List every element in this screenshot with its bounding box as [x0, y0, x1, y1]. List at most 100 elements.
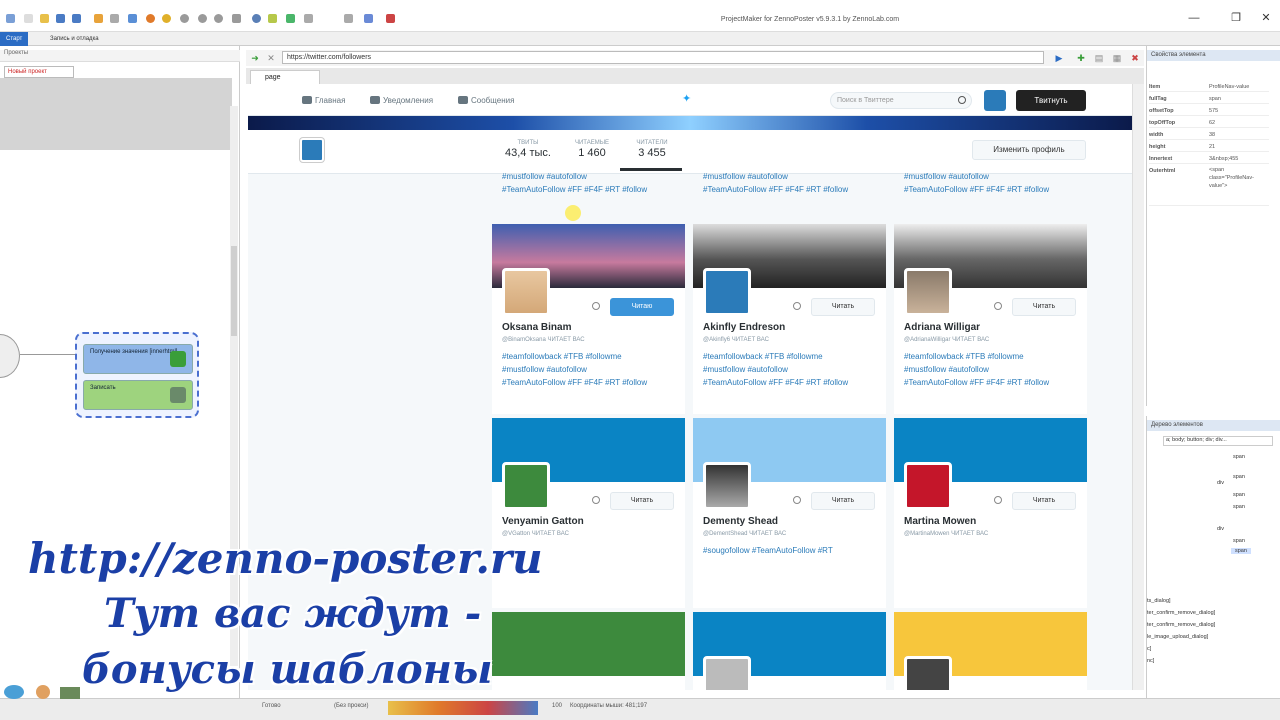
tab-start[interactable]: Старт — [0, 32, 29, 46]
gear-icon[interactable] — [592, 496, 600, 504]
prop-row[interactable]: topOffTop 62 — [1149, 118, 1269, 128]
skype-icon[interactable] — [4, 685, 24, 699]
tree-node-selected[interactable]: span — [1231, 548, 1251, 554]
stat-followers[interactable]: ЧИТАТЕЛИ 3 455 — [622, 140, 682, 159]
stat-tweets[interactable]: ТВИТЫ 43,4 тыс. — [498, 140, 558, 159]
prop-row[interactable]: height 21 — [1149, 142, 1269, 152]
open-icon[interactable] — [40, 14, 49, 23]
card-avatar[interactable] — [703, 268, 751, 316]
gear-icon[interactable] — [793, 496, 801, 504]
chart-icon[interactable] — [286, 14, 295, 23]
user-card[interactable] — [693, 612, 886, 690]
close-project-icon[interactable] — [386, 14, 395, 23]
nav-messages[interactable]: Сообщения — [458, 96, 514, 105]
get-value-block[interactable]: Получение значения [innerhtml] — [83, 344, 193, 374]
user-card[interactable]: Читать Adriana Willigar @AdrianaWilligar… — [894, 224, 1087, 414]
card-avatar[interactable] — [904, 268, 952, 316]
tree-node[interactable]: div — [1217, 526, 1224, 532]
go-icon[interactable]: ➜ — [250, 53, 260, 63]
new-icon[interactable] — [24, 14, 33, 23]
card-name[interactable]: Akinfly Endreson — [703, 322, 785, 333]
debug-icon[interactable] — [162, 14, 171, 23]
tree-node[interactable]: span — [1233, 504, 1245, 510]
avatar[interactable] — [984, 90, 1006, 111]
tweet-button[interactable]: Твитнуть — [1016, 90, 1086, 111]
user-icon[interactable] — [36, 685, 50, 699]
tree-path-input[interactable]: a; body; button; div; div... — [1163, 436, 1273, 446]
image-icon[interactable] — [60, 687, 80, 699]
browser-scrollbar[interactable] — [1132, 84, 1144, 690]
gear-icon[interactable] — [994, 302, 1002, 310]
card-avatar[interactable] — [904, 462, 952, 510]
nav-notifications[interactable]: Уведомления — [370, 96, 433, 105]
user-card[interactable]: Читать Martina Mowen @MartinaMowen ЧИТАЕ… — [894, 418, 1087, 608]
card-name[interactable]: Oksana Binam — [502, 322, 571, 333]
redo-icon[interactable] — [110, 14, 119, 23]
user-card[interactable]: Читать Dementy Shead @DementShead ЧИТАЕТ… — [693, 418, 886, 608]
folder-icon[interactable] — [268, 14, 277, 23]
follow-button[interactable]: Читаю — [610, 298, 674, 316]
gear-icon[interactable] — [592, 302, 600, 310]
write-block[interactable]: Записать — [83, 380, 193, 410]
search-input[interactable]: Поиск в Твиттере — [830, 92, 972, 109]
list-icon[interactable] — [344, 14, 353, 23]
close-button[interactable]: ✕ — [1256, 11, 1276, 25]
card-avatar[interactable] — [502, 268, 550, 316]
twitter-bird-icon[interactable]: ✦ — [682, 94, 696, 105]
maximize-button[interactable]: ❐ — [1226, 11, 1246, 25]
card-name[interactable]: Martina Mowen — [904, 516, 976, 527]
minimize-button[interactable]: — — [1184, 11, 1204, 25]
prop-row[interactable]: width 38 — [1149, 130, 1269, 140]
browser-tab-page[interactable]: page — [250, 70, 320, 84]
status-toolbar[interactable] — [388, 701, 538, 715]
card-avatar[interactable] — [904, 656, 952, 690]
grid-icon[interactable] — [232, 14, 241, 23]
run-icon[interactable] — [146, 14, 155, 23]
zoom-fit-icon[interactable] — [214, 14, 223, 23]
play-icon[interactable]: ▶ — [1054, 53, 1064, 63]
export-icon[interactable] — [364, 14, 373, 23]
card-avatar[interactable] — [703, 656, 751, 690]
search-icon[interactable] — [958, 96, 966, 104]
settings-icon[interactable] — [128, 14, 137, 23]
tree-node[interactable]: div — [1217, 480, 1224, 486]
card-avatar[interactable] — [502, 462, 550, 510]
prop-row[interactable]: fullTag span — [1149, 94, 1269, 104]
prop-row[interactable]: Outerhtml <span class="ProfileNav-value"> — [1149, 166, 1269, 206]
add-icon[interactable]: ✚ — [1076, 53, 1086, 63]
save-icon[interactable] — [56, 14, 65, 23]
follow-button[interactable]: Читать — [811, 298, 875, 316]
stat-following[interactable]: ЧИТАЕМЫЕ 1 460 — [562, 140, 622, 159]
card-avatar[interactable] — [703, 462, 751, 510]
follow-button[interactable]: Читать — [1012, 492, 1076, 510]
tree-node[interactable]: span — [1233, 538, 1245, 544]
follow-button[interactable]: Читать — [1012, 298, 1076, 316]
gear-icon[interactable] — [994, 496, 1002, 504]
gear-icon[interactable] — [793, 302, 801, 310]
user-card[interactable]: Читать Akinfly Endreson @Akinfly6 ЧИТАЕТ… — [693, 224, 886, 414]
tab-record-debug[interactable]: Запись и отладка — [44, 32, 105, 46]
canvas-scroll-thumb[interactable] — [231, 246, 237, 336]
zoom-in-icon[interactable] — [180, 14, 189, 23]
undo-icon[interactable] — [94, 14, 103, 23]
prop-row[interactable]: Item ProfileNav-value — [1149, 82, 1269, 92]
user-card[interactable] — [492, 612, 685, 690]
action-group[interactable]: Получение значения [innerhtml] Записать — [75, 332, 199, 418]
doc-icon[interactable]: ▤ — [1094, 53, 1104, 63]
edit-profile-button[interactable]: Изменить профиль — [972, 140, 1086, 160]
stop-icon[interactable]: ✕ — [266, 53, 276, 63]
card-name[interactable]: Adriana Willigar — [904, 322, 980, 333]
follow-button[interactable]: Читать — [610, 492, 674, 510]
tree-node[interactable]: span — [1233, 454, 1245, 460]
tree-node[interactable]: span — [1233, 492, 1245, 498]
zoom-out-icon[interactable] — [198, 14, 207, 23]
list-view-icon[interactable]: ▦ — [1112, 53, 1122, 63]
nav-home[interactable]: Главная — [302, 96, 345, 105]
user-card[interactable] — [894, 612, 1087, 690]
profile-avatar[interactable] — [300, 138, 324, 162]
globe-icon[interactable] — [252, 14, 261, 23]
url-input[interactable]: https://twitter.com/followers — [282, 51, 1044, 64]
card-name[interactable]: Venyamin Gatton — [502, 516, 584, 527]
user-card[interactable]: Читаю Oksana Binam @BinamOksana ЧИТАЕТ В… — [492, 224, 685, 414]
save-as-icon[interactable] — [72, 14, 81, 23]
